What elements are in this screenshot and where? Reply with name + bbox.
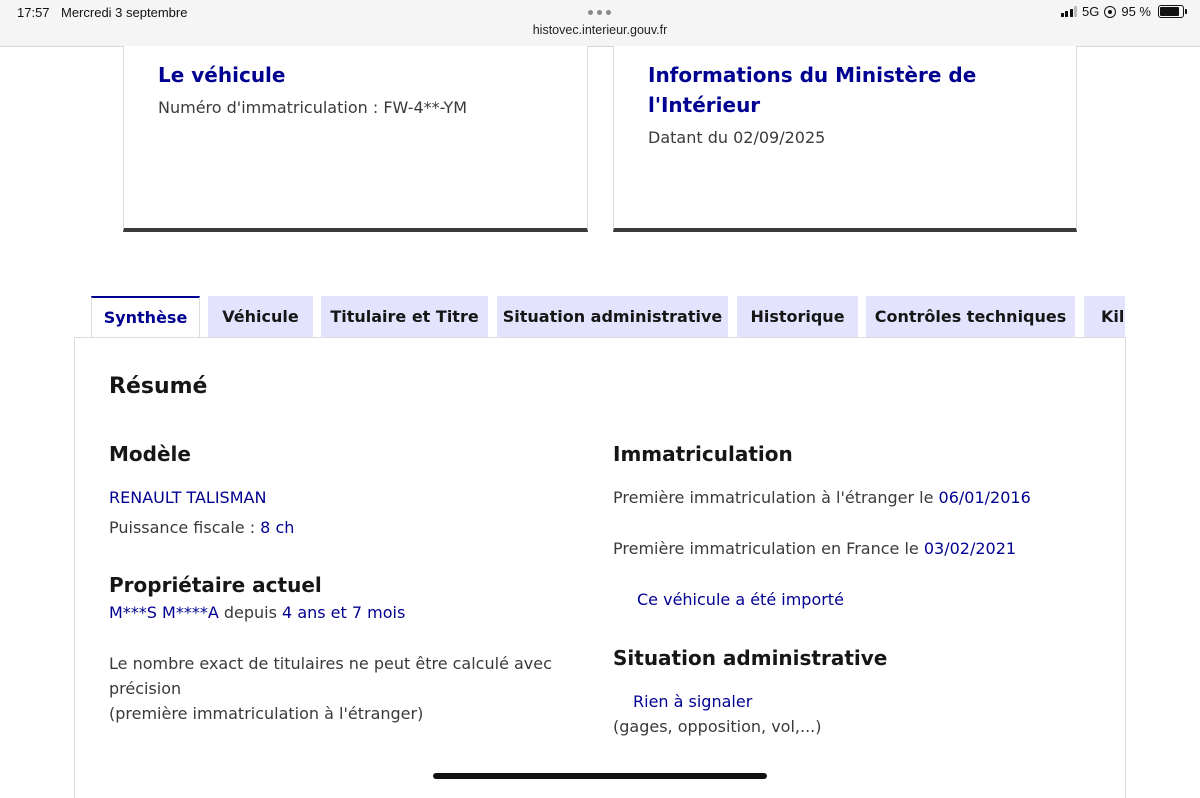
tab-titulaire-titre[interactable]: Titulaire et Titre [321,296,488,338]
foreign-registration-label: Première immatriculation à l'étranger le [613,488,939,507]
first-registration-foreign: Première immatriculation à l'étranger le… [613,488,1031,507]
tab-controles-techniques[interactable]: Contrôles techniques [866,296,1075,338]
battery-percent: 95 % [1121,4,1151,19]
owners-note-line3: (première immatriculation à l'étranger) [109,704,424,723]
nothing-to-report-link[interactable]: Rien à signaler [633,692,752,711]
cellular-signal-icon [1060,6,1078,17]
orientation-lock-icon [1104,5,1117,18]
ministry-card: Informations du Ministère de l'Intérieur… [613,46,1077,232]
tab-bar: Synthèse Véhicule Titulaire et Titre Sit… [91,296,1125,338]
immatriculation-heading: Immatriculation [613,442,793,466]
owner-name: M***S M****A [109,603,219,622]
situation-heading: Situation administrative [613,646,888,670]
foreign-registration-date: 06/01/2016 [938,488,1031,507]
tab-situation-administrative[interactable]: Situation administrative [497,296,728,338]
status-indicators: 5G 95 % [1060,4,1187,19]
status-bar: 17:57 Mercredi 3 septembre histovec.inte… [0,0,1200,47]
tab-kilometrage[interactable]: Kilométrage [1084,296,1125,338]
owners-note-line2: précision [109,679,182,698]
model-name: RENAULT TALISMAN [109,488,267,507]
owners-note-line1: Le nombre exact de titulaires ne peut êt… [109,654,552,673]
tab-vehicule[interactable]: Véhicule [208,296,313,338]
registration-number: Numéro d'immatriculation : FW-4**-YM [158,98,468,117]
france-registration-label: Première immatriculation en France le [613,539,924,558]
fiscal-power: Puissance fiscale : 8 ch [109,518,294,537]
modele-heading: Modèle [109,442,191,466]
current-owner: M***S M****A depuis 4 ans et 7 mois [109,603,405,622]
fiscal-power-label: Puissance fiscale : [109,518,261,537]
resume-title: Résumé [109,374,208,399]
vehicle-card-title: Le véhicule [158,63,286,87]
status-date: Mercredi 3 septembre [61,5,188,20]
ministry-card-title: Informations du Ministère de l'Intérieur [648,63,977,117]
multitasking-dots-icon[interactable] [588,10,611,15]
address-bar-url[interactable]: histovec.interieur.gouv.fr [0,23,1200,37]
situation-detail: (gages, opposition, vol,...) [613,717,822,736]
synthese-panel: Résumé Modèle RENAULT TALISMAN Puissance… [74,337,1126,798]
france-registration-date: 03/02/2021 [923,539,1017,558]
status-time: 17:57 [17,5,50,20]
owner-duration: 4 ans et 7 mois [282,603,406,622]
tab-historique[interactable]: Historique [737,296,858,338]
home-indicator[interactable] [433,773,767,779]
vehicle-card: Le véhicule Numéro d'immatriculation : F… [123,46,588,232]
first-registration-france: Première immatriculation en France le 03… [613,539,1016,558]
battery-icon [1158,5,1187,18]
imported-vehicle-link[interactable]: Ce véhicule a été importé [637,590,844,609]
tab-synthese[interactable]: Synthèse [91,296,200,338]
owner-since-label: depuis [218,603,283,622]
proprietaire-heading: Propriétaire actuel [109,573,322,597]
fiscal-power-value: 8 ch [260,518,295,537]
network-type: 5G [1082,4,1100,19]
data-date: Datant du 02/09/2025 [648,128,826,147]
